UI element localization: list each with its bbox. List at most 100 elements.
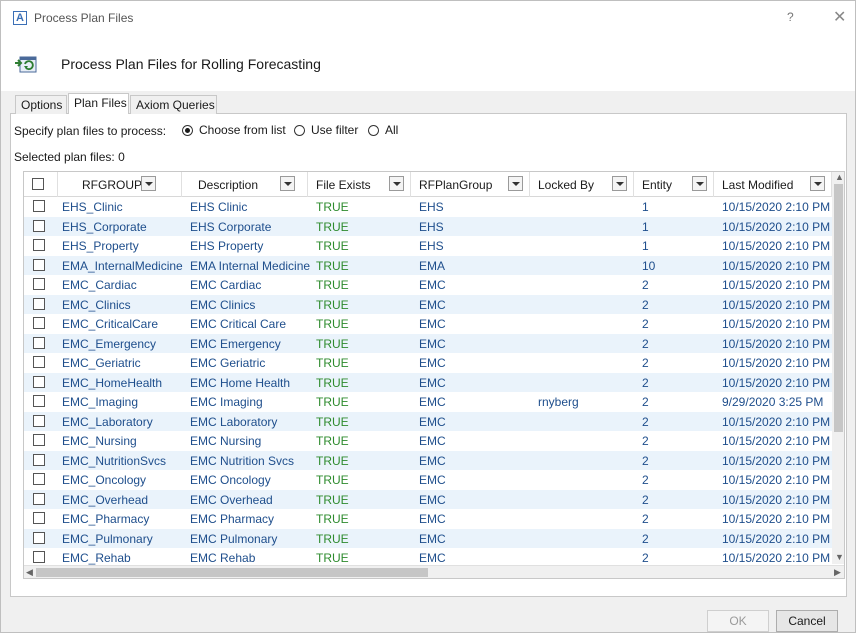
filter-dropdown-icon[interactable]	[280, 176, 295, 191]
cell-locked: rnyberg	[538, 395, 579, 409]
help-button[interactable]: ?	[787, 10, 794, 24]
header-title: Process Plan Files for Rolling Forecasti…	[61, 56, 321, 72]
tab-axiom-queries[interactable]: Axiom Queries	[130, 95, 217, 114]
ok-button[interactable]: OK	[707, 610, 769, 632]
table-row[interactable]: EMC_Oncology EMC Oncology TRUE EMC 2 10/15/20…	[24, 470, 832, 489]
table-row[interactable]: EMC_HomeHealth EMC Home Health TRUE EMC 2 10/…	[24, 373, 832, 392]
col-description[interactable]: Description	[182, 172, 308, 197]
row-checkbox[interactable]	[33, 415, 45, 427]
table-row[interactable]: EHS_Corporate EHS Corporate TRUE EHS 1 10/15/…	[24, 217, 832, 236]
cell-rfgroup: EMC_HomeHealth	[62, 376, 163, 390]
row-checkbox[interactable]	[33, 317, 45, 329]
row-checkbox[interactable]	[33, 259, 45, 271]
cell-modified: 10/15/2020 2:10 PM	[722, 278, 831, 292]
table-row[interactable]: EHS_Clinic EHS Clinic TRUE EHS 1 10/15/2020 2…	[24, 197, 832, 216]
window-title: Process Plan Files	[34, 11, 134, 25]
tab-options[interactable]: Options	[15, 95, 67, 114]
table-row[interactable]: EMC_Overhead EMC Overhead TRUE EMC 2 10/15/20…	[24, 490, 832, 509]
row-checkbox[interactable]	[33, 454, 45, 466]
table-row[interactable]: EMC_Cardiac EMC Cardiac TRUE EMC 2 10/15/2020…	[24, 275, 832, 294]
cell-entity: 2	[642, 298, 649, 312]
filter-dropdown-icon[interactable]	[612, 176, 627, 191]
radio-all-label[interactable]: All	[385, 123, 398, 137]
row-checkbox[interactable]	[33, 200, 45, 212]
table-row[interactable]: EMC_Emergency EMC Emergency TRUE EMC 2 10/15/…	[24, 334, 832, 353]
col-rfplangroup[interactable]: RFPlanGroup	[411, 172, 530, 197]
cell-entity: 2	[642, 434, 649, 448]
specify-label: Specify plan files to process:	[14, 124, 167, 138]
table-row[interactable]: EMC_Pharmacy EMC Pharmacy TRUE EMC 2 10/15/20…	[24, 509, 832, 528]
cell-entity: 2	[642, 415, 649, 429]
table-row[interactable]: EMC_Geriatric EMC Geriatric TRUE EMC 2 10/15/…	[24, 353, 832, 372]
col-locked-by[interactable]: Locked By	[530, 172, 634, 197]
table-row[interactable]: EMC_CriticalCare EMC Critical Care TRUE EMC…	[24, 314, 832, 333]
col-rfgroup[interactable]: RFGROUP	[58, 172, 182, 197]
table-row[interactable]: EMC_Clinics EMC Clinics TRUE EMC 2 10/15/2020…	[24, 295, 832, 314]
tab-plan-files[interactable]: Plan Files	[68, 93, 129, 114]
scroll-up-icon[interactable]: ▲	[835, 172, 844, 182]
table-row[interactable]: EMA_InternalMedicine EMA Internal Medicin…	[24, 256, 832, 275]
cancel-button[interactable]: Cancel	[776, 610, 838, 632]
row-checkbox[interactable]	[33, 278, 45, 290]
row-checkbox[interactable]	[33, 220, 45, 232]
process-refresh-icon	[15, 56, 37, 73]
row-checkbox[interactable]	[33, 532, 45, 544]
vertical-scrollbar[interactable]: ▲ ▼	[832, 172, 844, 564]
table-row[interactable]: EMC_NutritionSvcs EMC Nutrition Svcs TRUE E…	[24, 451, 832, 470]
row-checkbox[interactable]	[33, 434, 45, 446]
radio-use-filter-label[interactable]: Use filter	[311, 123, 358, 137]
row-checkbox[interactable]	[33, 298, 45, 310]
filter-dropdown-icon[interactable]	[692, 176, 707, 191]
scroll-down-icon[interactable]: ▼	[835, 552, 844, 562]
filter-dropdown-icon[interactable]	[508, 176, 523, 191]
radio-all[interactable]	[368, 125, 379, 136]
cell-modified: 10/15/2020 2:10 PM	[722, 239, 831, 253]
table-row[interactable]: EMC_Imaging EMC Imaging TRUE EMC rnyberg 2 9/2…	[24, 392, 832, 411]
cell-group: EMC	[419, 317, 446, 331]
cell-entity: 2	[642, 376, 649, 390]
row-checkbox[interactable]	[33, 493, 45, 505]
row-checkbox[interactable]	[33, 395, 45, 407]
filter-dropdown-icon[interactable]	[141, 176, 156, 191]
row-checkbox[interactable]	[33, 376, 45, 388]
table-row[interactable]: EMC_Pulmonary EMC Pulmonary TRUE EMC 2 10/15/…	[24, 529, 832, 548]
col-entity[interactable]: Entity	[634, 172, 714, 197]
select-all-checkbox[interactable]	[32, 178, 44, 190]
vertical-scroll-thumb[interactable]	[834, 184, 843, 432]
row-checkbox[interactable]	[33, 551, 45, 563]
row-checkbox[interactable]	[33, 356, 45, 368]
cell-modified: 10/15/2020 2:10 PM	[722, 259, 831, 273]
horizontal-scrollbar[interactable]: ◀ ▶	[24, 565, 844, 578]
scroll-right-icon[interactable]: ▶	[834, 567, 841, 578]
table-row[interactable]: EMC_Nursing EMC Nursing TRUE EMC 2 10/15/2020…	[24, 431, 832, 450]
filter-dropdown-icon[interactable]	[389, 176, 404, 191]
table-row[interactable]: EHS_Property EHS Property TRUE EHS 1 10/15/20…	[24, 236, 832, 255]
radio-use-filter[interactable]	[294, 125, 305, 136]
table-row[interactable]: EMC_Laboratory EMC Laboratory TRUE EMC 2 10/1…	[24, 412, 832, 431]
radio-choose-from-list-label[interactable]: Choose from list	[199, 123, 286, 137]
row-checkbox[interactable]	[33, 512, 45, 524]
cell-rfgroup: EMC_Imaging	[62, 395, 139, 409]
cell-exists: TRUE	[316, 454, 349, 468]
scroll-left-icon[interactable]: ◀	[26, 567, 33, 578]
radio-choose-from-list[interactable]	[182, 125, 193, 136]
row-checkbox[interactable]	[33, 473, 45, 485]
cell-rfgroup: EMC_Laboratory	[62, 415, 153, 429]
close-button[interactable]: ✕	[833, 7, 846, 27]
cell-rfgroup: EMC_CriticalCare	[62, 317, 159, 331]
filter-dropdown-icon[interactable]	[810, 176, 825, 191]
cell-group: EMC	[419, 512, 446, 526]
col-file-exists[interactable]: File Exists	[308, 172, 411, 197]
tab-options-label: Options	[21, 98, 63, 112]
cell-desc: EMC Pulmonary	[190, 532, 278, 546]
horizontal-scroll-thumb[interactable]	[36, 568, 428, 577]
cell-modified: 10/15/2020 2:10 PM	[722, 551, 831, 565]
cell-modified: 10/15/2020 2:10 PM	[722, 298, 831, 312]
cell-modified: 9/29/2020 3:25 PM	[722, 395, 824, 409]
cell-modified: 10/15/2020 2:10 PM	[722, 220, 831, 234]
row-checkbox[interactable]	[33, 337, 45, 349]
cell-entity: 2	[642, 493, 649, 507]
row-checkbox[interactable]	[33, 239, 45, 251]
cell-modified: 10/15/2020 2:10 PM	[722, 434, 831, 448]
col-last-modified[interactable]: Last Modified	[714, 172, 832, 197]
